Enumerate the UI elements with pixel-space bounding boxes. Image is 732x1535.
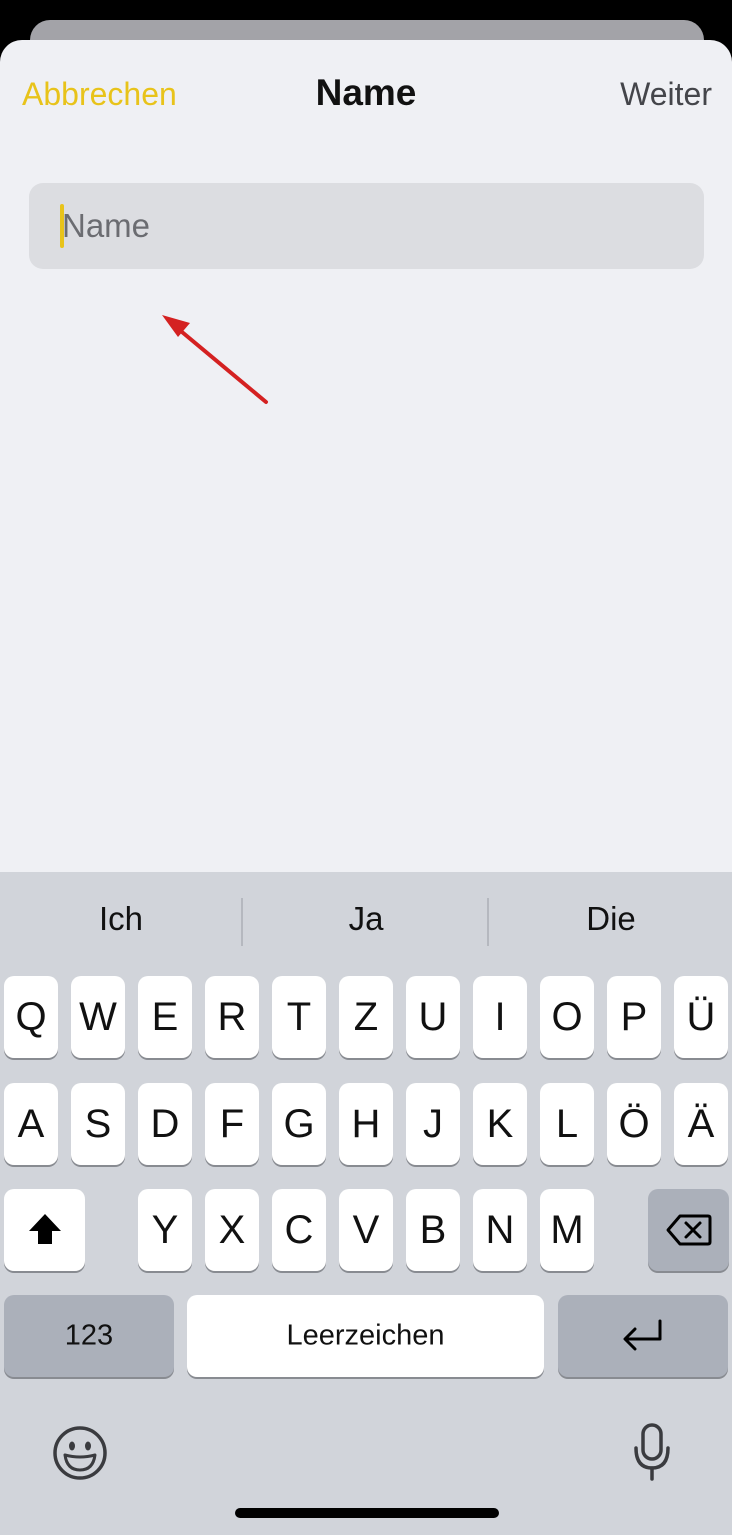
key-label: V: [352, 1208, 380, 1252]
key-d[interactable]: D: [138, 1083, 192, 1165]
return-icon: [623, 1319, 662, 1351]
key-label: R: [217, 995, 247, 1039]
key-t[interactable]: T: [272, 976, 326, 1058]
key-label: U: [418, 995, 448, 1039]
key-o-umlaut[interactable]: Ö: [607, 1083, 661, 1165]
key-label: A: [17, 1102, 45, 1146]
suggestion-item[interactable]: Ich: [0, 900, 242, 938]
key-label: M: [550, 1208, 584, 1252]
suggestion-divider: [487, 898, 489, 946]
key-u[interactable]: U: [406, 976, 460, 1058]
key-label: O: [551, 995, 583, 1039]
next-button[interactable]: Weiter: [620, 76, 712, 113]
annotation-arrow-icon: [162, 315, 268, 404]
key-g[interactable]: G: [272, 1083, 326, 1165]
key-label: Leerzeichen: [286, 1319, 445, 1352]
key-label: B: [419, 1208, 447, 1252]
key-label: C: [284, 1208, 314, 1252]
key-label: D: [150, 1102, 180, 1146]
key-label: X: [218, 1208, 246, 1252]
numbers-key[interactable]: 123: [4, 1295, 174, 1377]
suggestion-item[interactable]: Die: [490, 900, 732, 938]
key-r[interactable]: R: [205, 976, 259, 1058]
key-p[interactable]: P: [607, 976, 661, 1058]
key-label: F: [219, 1102, 245, 1146]
key-j[interactable]: J: [406, 1083, 460, 1165]
shift-key[interactable]: [4, 1189, 85, 1271]
key-label: 123: [64, 1319, 114, 1352]
key-q[interactable]: Q: [4, 976, 58, 1058]
key-e[interactable]: E: [138, 976, 192, 1058]
key-label: E: [151, 995, 179, 1039]
key-label: J: [423, 1102, 443, 1146]
key-label: H: [351, 1102, 381, 1146]
key-y[interactable]: Y: [138, 1189, 192, 1271]
key-label: N: [485, 1208, 515, 1252]
key-v[interactable]: V: [339, 1189, 393, 1271]
suggestion-bar: Ich Ja Die: [0, 872, 732, 972]
key-k[interactable]: K: [473, 1083, 527, 1165]
key-label: L: [555, 1102, 579, 1146]
microphone-icon[interactable]: [632, 1422, 672, 1484]
delete-backspace-icon: [666, 1214, 712, 1246]
key-label: K: [486, 1102, 514, 1146]
key-n[interactable]: N: [473, 1189, 527, 1271]
key-i[interactable]: I: [473, 976, 527, 1058]
keyboard: Ich Ja Die Q W E R T Z U I O P Ü A S D F…: [0, 872, 732, 1535]
shift-icon: [29, 1214, 61, 1244]
name-field[interactable]: [29, 183, 704, 269]
key-f[interactable]: F: [205, 1083, 259, 1165]
key-label: P: [620, 995, 648, 1039]
key-label: T: [286, 995, 312, 1039]
key-z[interactable]: Z: [339, 976, 393, 1058]
return-key[interactable]: [558, 1295, 728, 1377]
key-label: G: [283, 1102, 315, 1146]
screen: Abbrechen Name Weiter Ich Ja Die Q W E R…: [0, 0, 732, 1535]
key-h[interactable]: H: [339, 1083, 393, 1165]
key-a-umlaut[interactable]: Ä: [674, 1083, 728, 1165]
key-w[interactable]: W: [71, 976, 125, 1058]
key-x[interactable]: X: [205, 1189, 259, 1271]
key-label: S: [84, 1102, 112, 1146]
key-u-umlaut[interactable]: Ü: [674, 976, 728, 1058]
suggestion-item[interactable]: Ja: [244, 900, 488, 938]
space-key[interactable]: Leerzeichen: [187, 1295, 544, 1377]
emoji-icon[interactable]: [52, 1425, 108, 1481]
key-b[interactable]: B: [406, 1189, 460, 1271]
key-label: Y: [151, 1208, 179, 1252]
key-l[interactable]: L: [540, 1083, 594, 1165]
key-label: Ä: [687, 1102, 715, 1146]
suggestion-divider: [241, 898, 243, 946]
name-input[interactable]: [62, 183, 682, 269]
key-m[interactable]: M: [540, 1189, 594, 1271]
key-label: I: [494, 995, 506, 1039]
home-indicator[interactable]: [235, 1508, 499, 1518]
key-o[interactable]: O: [540, 976, 594, 1058]
key-a[interactable]: A: [4, 1083, 58, 1165]
key-label: Ü: [686, 995, 716, 1039]
key-s[interactable]: S: [71, 1083, 125, 1165]
key-label: Z: [353, 995, 379, 1039]
key-label: W: [79, 995, 117, 1039]
key-label: Ö: [618, 1102, 650, 1146]
key-c[interactable]: C: [272, 1189, 326, 1271]
delete-key[interactable]: [648, 1189, 729, 1271]
key-label: Q: [15, 995, 47, 1039]
